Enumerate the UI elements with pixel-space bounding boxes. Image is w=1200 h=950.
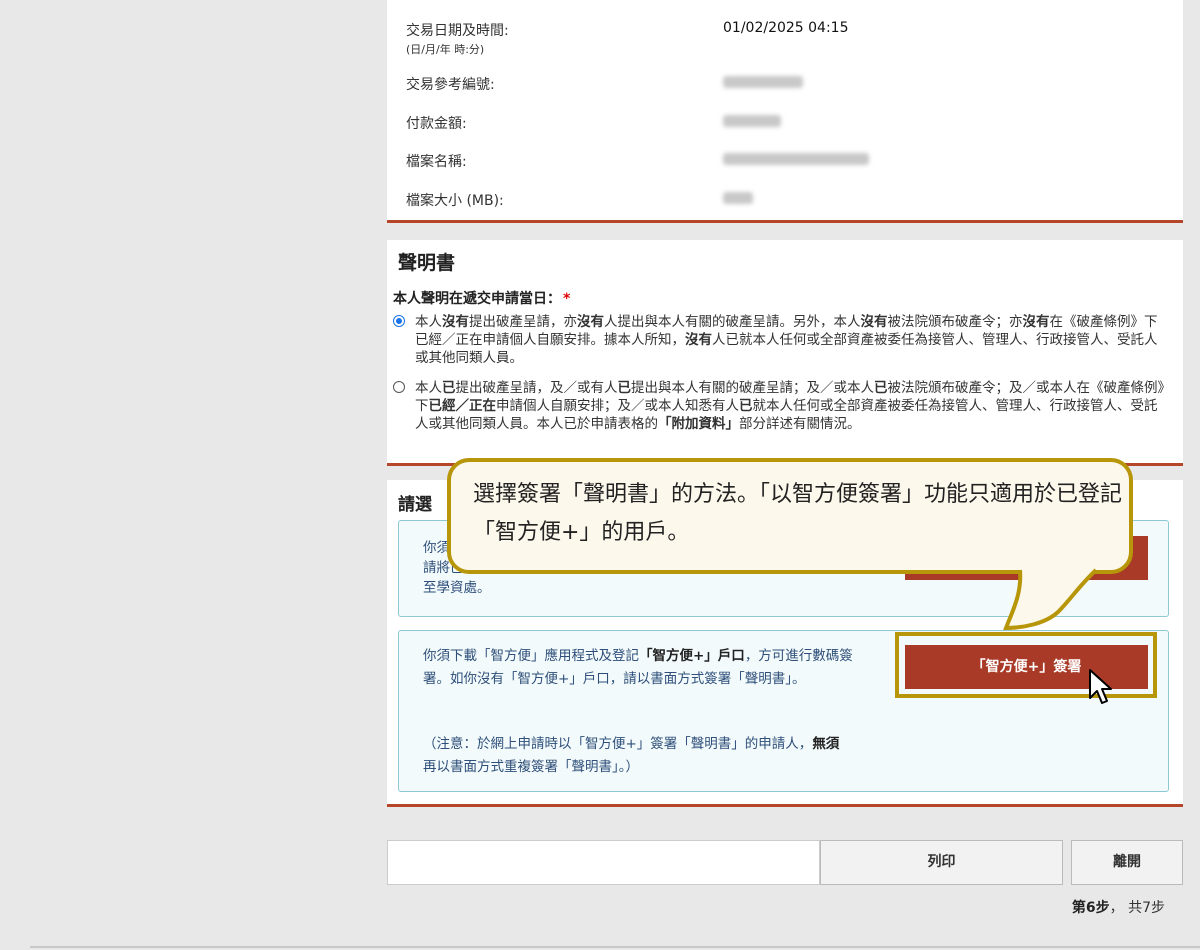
file-name-label: 檔案名稱: <box>406 154 467 170</box>
exit-button[interactable]: 離開 <box>1071 840 1183 885</box>
opt1-seg: 本人 <box>415 314 442 330</box>
opt1-bold: 沒有 <box>860 314 888 330</box>
opt2-bold: 已 <box>739 398 753 414</box>
note-bold: 無須 <box>812 736 840 752</box>
date-label-text: 交易日期及時間: <box>406 23 509 39</box>
transaction-date-label: 交易日期及時間: (日/月/年 時:分) <box>406 20 509 57</box>
transaction-ref-value-redacted <box>723 76 803 88</box>
step-separator: ， <box>1109 900 1124 916</box>
iamsmart-note: （注意：於網上申請時以「智方便+」簽署「聲明書」的申請人，無須再以書面方式重複簽… <box>423 733 848 779</box>
tutorial-callout: 選擇簽署「聲明書」的方法。「以智方便簽署」功能只適用於已登記「智方便+」的用戶。 <box>447 458 1133 574</box>
declaration-title: 聲明書 <box>398 252 456 274</box>
paper-text-line: 至學資處。 <box>423 580 491 596</box>
radio-not-bankrupt[interactable] <box>393 315 405 327</box>
payment-amount-label: 付款金額: <box>406 116 467 132</box>
opt1-bold: 沒有 <box>685 332 712 348</box>
opt1-seg: 人提出與本人有關的破產呈請。另外，本人 <box>604 314 861 330</box>
button-bar-spacer <box>387 840 820 885</box>
iamsmart-signing-text: 你須下載「智方便」應用程式及登記「智方便+」戶口，方可進行數碼簽署。如你沒有「智… <box>423 645 868 691</box>
opt1-seg: 被法院頒布破產令；亦 <box>887 314 1023 330</box>
radio-bankrupt[interactable] <box>393 381 405 393</box>
signing-method-title: 請選 <box>398 495 432 515</box>
declaration-question: 本人聲明在遞交申請當日： * <box>393 288 570 308</box>
iamsmart-text-seg: 你須下載「智方便」應用程式及登記 <box>423 648 639 664</box>
option-not-bankrupt-text[interactable]: 本人沒有提出破產呈請，亦沒有人提出與本人有關的破產呈請。另外，本人沒有被法院頒布… <box>415 313 1170 367</box>
opt2-bold: 已 <box>874 380 888 396</box>
transaction-ref-label: 交易參考編號: <box>406 77 495 93</box>
opt2-seg: 申請個人自願安排；及／或本人知悉有人 <box>496 398 739 414</box>
step-current: 第6步 <box>1071 900 1110 916</box>
declaration-question-text: 本人聲明在遞交申請當日： <box>393 291 561 307</box>
mouse-cursor-icon <box>1089 669 1112 704</box>
payment-amount-value-redacted <box>723 115 781 127</box>
file-size-label: 檔案大小 (MB): <box>406 193 504 209</box>
file-name-value-redacted <box>723 153 869 165</box>
opt1-bold: 沒有 <box>1022 314 1050 330</box>
declaration-card: 聲明書 本人聲明在遞交申請當日： * 本人沒有提出破產呈請，亦沒有人提出與本人有關… <box>387 240 1183 466</box>
opt2-bold: 已經／正在 <box>428 398 497 414</box>
option-bankrupt-text[interactable]: 本人已提出破產呈請，及／或有人已提出與本人有關的破產呈請；及／或本人已被法院頒布… <box>415 379 1170 433</box>
opt2-bold: 已 <box>617 380 632 396</box>
opt2-seg: 本人 <box>415 380 442 396</box>
opt1-seg: 提出破產呈請，亦 <box>469 314 577 330</box>
opt2-seg: 提出與本人有關的破產呈請；及／或本人 <box>631 380 874 396</box>
transaction-date-value: 01/02/2025 04:15 <box>723 20 849 36</box>
note-seg: （注意：於網上申請時以「智方便+」簽署「聲明書」的申請人， <box>423 736 813 752</box>
file-size-value-redacted <box>723 192 753 204</box>
transaction-info-card: 交易日期及時間: (日/月/年 時:分) 01/02/2025 04:15 交易… <box>387 0 1183 223</box>
required-asterisk: * <box>563 291 571 307</box>
button-highlight-frame <box>895 632 1157 698</box>
callout-text: 選擇簽署「聲明書」的方法。「以智方便簽署」功能只適用於已登記「智方便+」的用戶。 <box>473 482 1123 545</box>
step-total: 共7步 <box>1128 900 1165 916</box>
opt1-bold: 沒有 <box>442 314 469 330</box>
opt2-bold: 已 <box>442 380 456 396</box>
action-button-bar: 列印 離開 <box>387 840 1183 885</box>
opt1-bold: 沒有 <box>577 314 604 330</box>
opt2-bold: 「附加資料」 <box>658 416 739 432</box>
step-indicator: 第6步， 共7步 <box>1072 897 1165 917</box>
iamsmart-text-bold: 「智方便+」戶口 <box>639 648 745 664</box>
print-button[interactable]: 列印 <box>820 840 1063 885</box>
opt2-seg: 部分詳述有關情況。 <box>739 416 861 432</box>
opt2-seg: 提出破產呈請，及／或有人 <box>455 380 618 396</box>
note-seg: 再以書面方式重複簽署「聲明書」。） <box>423 759 639 775</box>
date-format-hint: (日/月/年 時:分) <box>406 43 485 56</box>
bottom-divider <box>30 946 1200 948</box>
